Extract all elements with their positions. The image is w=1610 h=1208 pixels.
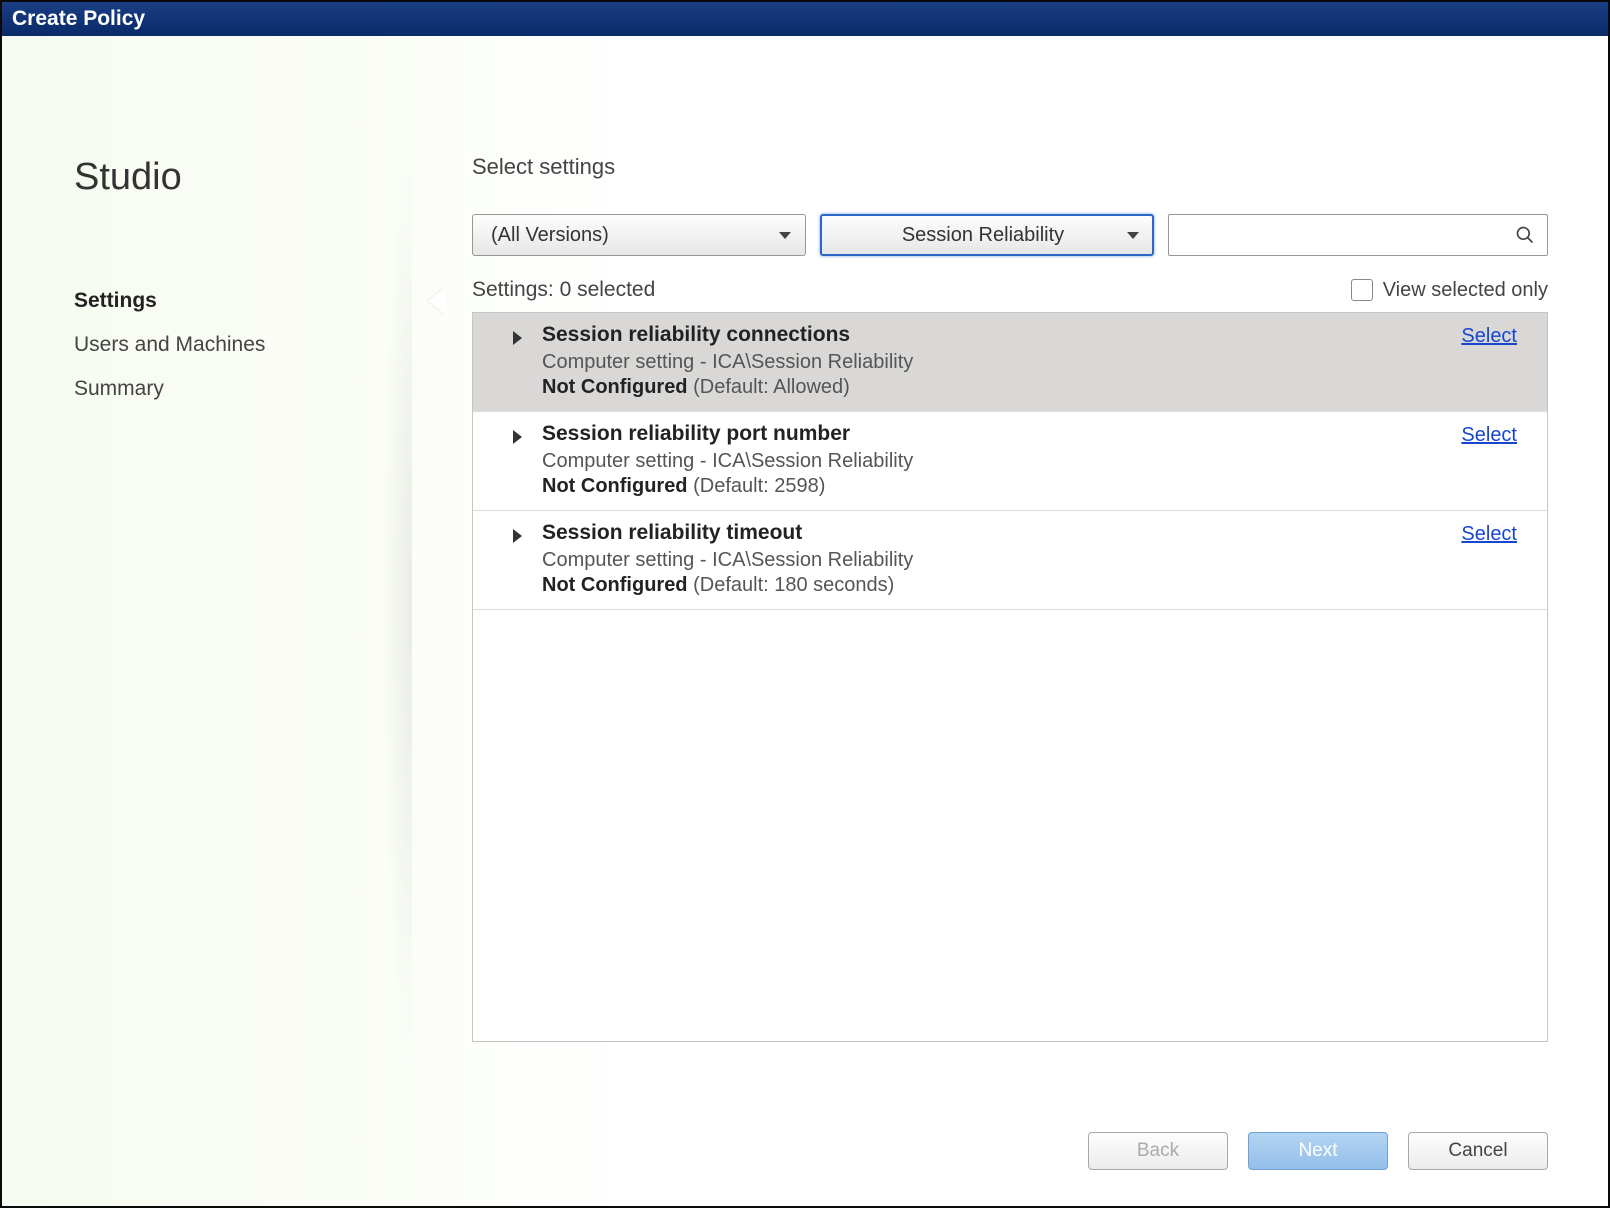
view-selected-checkbox[interactable] [1351,279,1373,301]
step-label: Settings [74,289,157,312]
step-settings[interactable]: Settings [74,279,412,323]
setting-body: Session reliability connections Computer… [542,323,1441,399]
category-dropdown-label: Session Reliability [839,224,1127,247]
chevron-down-icon [779,232,791,239]
settings-bar: Settings: 0 selected View selected only [472,278,1548,302]
search-box[interactable] [1168,214,1548,256]
category-dropdown[interactable]: Session Reliability [820,214,1154,256]
step-users-machines[interactable]: Users and Machines [74,323,412,367]
setting-title: Session reliability connections [542,323,1441,347]
setting-row[interactable]: Session reliability port number Computer… [473,412,1547,511]
step-label: Users and Machines [74,333,265,356]
settings-count-label: Settings: 0 selected [472,278,655,302]
sidebar: Studio Settings Users and Machines Summa… [2,36,412,1206]
brand-title: Studio [74,156,412,199]
step-summary[interactable]: Summary [74,367,412,411]
expand-icon[interactable] [513,529,522,543]
setting-desc: Computer setting - ICA\Session Reliabili… [542,450,1441,473]
setting-status: Not Configured (Default: Allowed) [542,376,1441,399]
select-link[interactable]: Select [1461,424,1517,447]
window-title: Create Policy [12,7,145,31]
setting-row[interactable]: Session reliability connections Computer… [473,313,1547,412]
expand-icon[interactable] [513,331,522,345]
select-link[interactable]: Select [1461,325,1517,348]
wizard-footer: Back Next Cancel [1088,1132,1548,1170]
cancel-button[interactable]: Cancel [1408,1132,1548,1170]
window-body: Studio Settings Users and Machines Summa… [2,36,1608,1206]
setting-row[interactable]: Session reliability timeout Computer set… [473,511,1547,610]
setting-title: Session reliability port number [542,422,1441,446]
versions-dropdown[interactable]: (All Versions) [472,214,806,256]
next-button[interactable]: Next [1248,1132,1388,1170]
filter-row: (All Versions) Session Reliability [472,214,1548,256]
expand-icon[interactable] [513,430,522,444]
versions-dropdown-label: (All Versions) [491,224,609,247]
settings-list[interactable]: Session reliability connections Computer… [472,312,1548,1042]
back-button[interactable]: Back [1088,1132,1228,1170]
view-selected-only[interactable]: View selected only [1351,279,1548,302]
setting-title: Session reliability timeout [542,521,1441,545]
chevron-down-icon [1127,232,1139,239]
view-selected-label: View selected only [1383,279,1548,302]
select-link[interactable]: Select [1461,523,1517,546]
setting-status: Not Configured (Default: 180 seconds) [542,574,1441,597]
setting-body: Session reliability port number Computer… [542,422,1441,498]
setting-status: Not Configured (Default: 2598) [542,475,1441,498]
search-icon [1515,225,1535,245]
setting-desc: Computer setting - ICA\Session Reliabili… [542,351,1441,374]
main-panel: Select settings (All Versions) Session R… [412,36,1608,1206]
titlebar: Create Policy [2,2,1608,36]
create-policy-window: Create Policy Studio Settings Users and … [0,0,1610,1208]
setting-desc: Computer setting - ICA\Session Reliabili… [542,549,1441,572]
wizard-steps: Settings Users and Machines Summary [74,279,412,411]
setting-body: Session reliability timeout Computer set… [542,521,1441,597]
page-title: Select settings [472,154,1548,180]
search-input[interactable] [1183,224,1515,247]
step-label: Summary [74,377,164,400]
sidebar-divider [382,126,412,1086]
